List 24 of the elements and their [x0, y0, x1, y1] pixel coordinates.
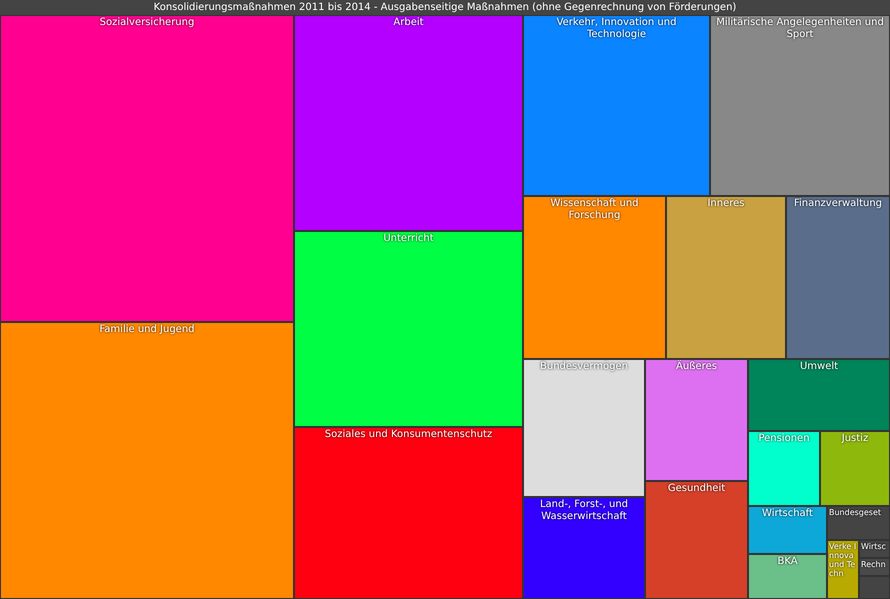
cell-label: Sozialversicherung: [98, 16, 196, 29]
chart-title: Konsolidierungsmaßnahmen 2011 bis 2014 - Ausgabenseitige Maßnahmen (ohne Gegenrechnung von Förderungen): [0, 0, 890, 15]
cell-label: Umwelt: [798, 360, 840, 373]
cell-label: Unterricht: [382, 232, 435, 245]
cell-label: Wirtschaft: [761, 507, 814, 520]
cell-label: BKA: [776, 555, 799, 568]
cell-label: Militärische Angelegenheiten und Sport: [715, 16, 885, 41]
cell-label: Arbeit: [392, 16, 425, 29]
cell-label: Wissenschaft und Forschung: [550, 197, 640, 222]
cell-label: Bundesgeset: [828, 507, 882, 517]
cell-label: Verke Innova und Techn: [828, 541, 858, 578]
cell-label: Familie und Jugend: [98, 323, 196, 336]
cell-label: Finanzverwaltung: [792, 197, 884, 210]
cell-label: Soziales und Konsumentenschutz: [324, 428, 494, 441]
cell-label: Pensionen: [757, 432, 811, 445]
cell-label: Inneres: [706, 197, 746, 210]
cell-label: Land-, Forst-, und Wasserwirtschaft: [538, 498, 630, 523]
cell-label: Äußeres: [675, 360, 718, 373]
cell-label: Wirtsc: [860, 541, 887, 551]
cell-label: Bundesvermögen: [539, 360, 629, 373]
cell-label: Gesundheit: [666, 482, 726, 495]
cell-label: Verkehr, Innovation und Technologie: [556, 16, 678, 41]
cell-label: Rechn: [860, 559, 887, 569]
cell-label: Justiz: [840, 432, 870, 445]
